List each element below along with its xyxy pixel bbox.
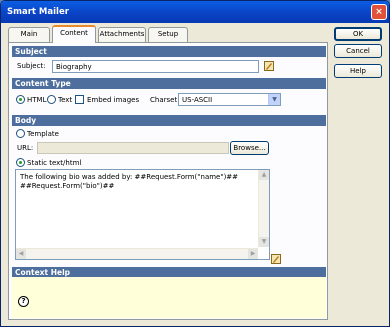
ok-button[interactable]: OK (334, 27, 382, 41)
context-help-area: ? (12, 277, 326, 318)
help-button[interactable]: Help (334, 64, 382, 78)
text-radio[interactable] (47, 95, 56, 104)
scroll-down-icon[interactable]: ▼ (259, 237, 269, 247)
tab-setup[interactable]: Setup (148, 27, 188, 42)
template-radio-label: Template (27, 130, 59, 138)
subject-label: Subject: (17, 62, 46, 70)
charset-select[interactable]: US-ASCII (178, 93, 281, 106)
browse-button[interactable]: Browse... (230, 141, 269, 155)
scroll-right-icon[interactable]: ▶ (248, 249, 258, 259)
scroll-up-icon[interactable]: ▲ (259, 170, 269, 180)
static-text-radio[interactable] (16, 158, 25, 167)
body-section-header: Body (12, 115, 326, 126)
tab-attachments[interactable]: Attachments (98, 27, 146, 42)
static-text-radio-label: Static text/html (27, 159, 82, 167)
embed-images-label: Embed images (87, 96, 140, 104)
cancel-button[interactable]: Cancel (334, 44, 382, 58)
vertical-scrollbar[interactable]: ▲ ▼ (258, 170, 269, 247)
text-radio-label: Text (58, 96, 73, 104)
charset-value: US-ASCII (182, 96, 213, 104)
charset-label: Charset: (150, 96, 180, 104)
content-panel: Subject Subject: Biography Content Type … (8, 42, 328, 320)
html-radio-label: HTML (27, 96, 47, 104)
tab-content[interactable]: Content (52, 25, 96, 43)
help-icon: ? (18, 296, 29, 307)
embed-images-checkbox[interactable] (75, 95, 84, 104)
horizontal-scrollbar[interactable]: ◀ ▶ (16, 248, 258, 259)
body-lightning-edit-icon[interactable] (271, 254, 281, 264)
smart-mailer-dialog: Smart Mailer × Main Content Attachments … (0, 0, 390, 327)
template-radio[interactable] (16, 129, 25, 138)
tab-main[interactable]: Main (8, 27, 50, 42)
content-type-section-header: Content Type (12, 78, 326, 89)
window-title: Smart Mailer (7, 7, 69, 17)
lightning-edit-icon[interactable] (264, 61, 274, 71)
subject-section-header: Subject (12, 46, 326, 57)
subject-input[interactable]: Biography (52, 60, 259, 73)
url-input[interactable] (37, 142, 229, 154)
dialog-body: Main Content Attachments Setup Subject S… (4, 23, 387, 325)
html-radio[interactable] (16, 95, 25, 104)
title-bar[interactable]: Smart Mailer × (1, 1, 389, 23)
url-label: URL: (17, 144, 34, 152)
close-icon[interactable]: × (371, 4, 387, 20)
static-html-textarea[interactable]: The following bio was added by: ##Reques… (15, 169, 270, 260)
chevron-down-icon[interactable]: ▼ (268, 94, 280, 105)
scroll-left-icon[interactable]: ◀ (16, 249, 26, 259)
